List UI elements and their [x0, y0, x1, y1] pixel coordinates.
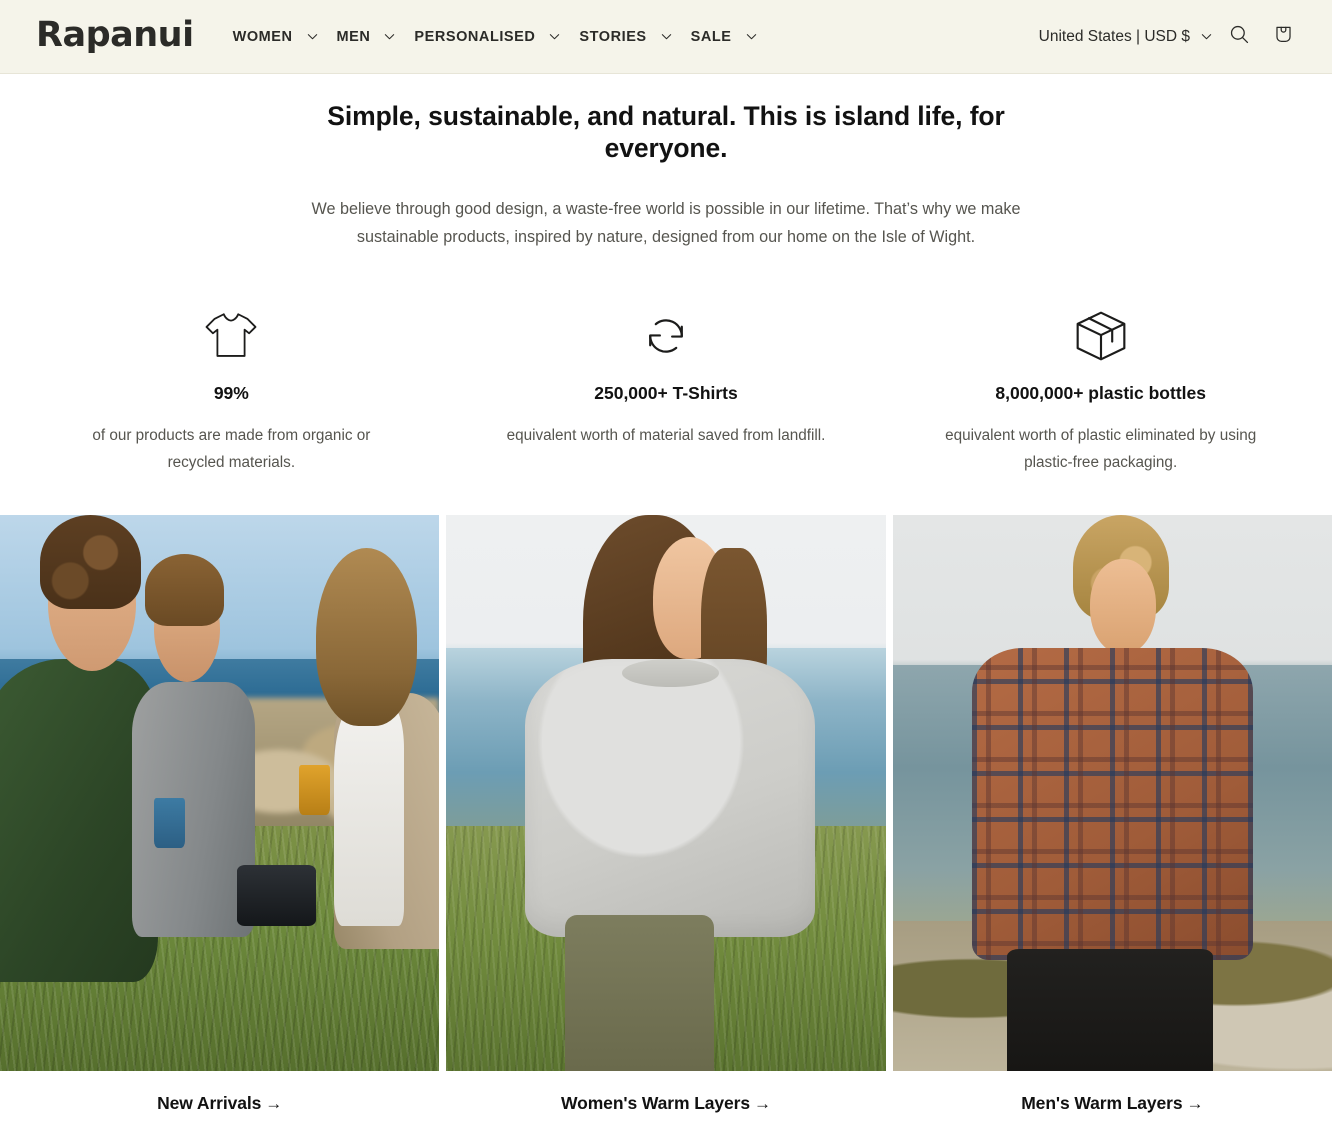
- stat-value: 99%: [213, 383, 249, 404]
- photo-camera: [237, 865, 317, 927]
- chevron-down-icon: [548, 30, 561, 43]
- stat-value: 8,000,000+ plastic bottles: [995, 383, 1206, 404]
- collection-caption[interactable]: Men's Warm Layers →: [893, 1071, 1332, 1114]
- photo-person-white-top: [333, 703, 405, 927]
- nav-item-personalised[interactable]: PERSONALISED: [405, 23, 570, 51]
- nav-item-label: PERSONALISED: [414, 28, 536, 45]
- nav-item-women[interactable]: WOMEN: [224, 23, 328, 51]
- sustainability-stats: 99% of our products are made from organi…: [0, 308, 1332, 477]
- nav-item-stories[interactable]: STORIES: [570, 23, 681, 51]
- photo-olive-trousers: [564, 915, 715, 1071]
- nav-item-sale[interactable]: SALE: [682, 23, 767, 51]
- photo-person-hair: [39, 514, 141, 610]
- nav-item-label: SALE: [690, 28, 732, 45]
- stat-value: 250,000+ T-Shirts: [594, 383, 738, 404]
- photo-person-hair: [144, 553, 225, 627]
- nav-item-label: MEN: [336, 28, 371, 45]
- search-button[interactable]: [1217, 15, 1261, 59]
- collection-tile-new-arrivals[interactable]: New Arrivals →: [0, 514, 440, 1114]
- collection-image[interactable]: [446, 514, 886, 1071]
- stat-organic-materials: 99% of our products are made from organi…: [14, 308, 449, 477]
- photo-person-hair: [316, 548, 418, 727]
- stat-material-saved: 250,000+ T-Shirts equivalent worth of ma…: [449, 308, 884, 477]
- cart-button[interactable]: [1261, 15, 1305, 59]
- arrow-right-icon: →: [754, 1093, 771, 1113]
- photo-jumper-collar: [622, 659, 719, 688]
- nav-item-label: STORIES: [579, 28, 647, 45]
- stat-plastic-eliminated: 8,000,000+ plastic bottles equivalent wo…: [883, 308, 1318, 477]
- nav-item-men[interactable]: MEN: [328, 23, 406, 51]
- photo-yellow-mug: [298, 765, 330, 816]
- locale-currency-selector[interactable]: United States | USD $: [1035, 22, 1217, 52]
- chevron-down-icon: [745, 30, 758, 43]
- chevron-down-icon: [660, 30, 673, 43]
- site-header: Rapanui WOMEN MEN PERSONALISED STORIES S…: [0, 0, 1332, 74]
- site-logo[interactable]: Rapanui: [36, 18, 194, 53]
- photo-person-face: [1090, 559, 1157, 654]
- collection-image[interactable]: [892, 514, 1332, 1071]
- hero-section: Simple, sustainable, and natural. This i…: [0, 74, 1332, 252]
- header-actions: United States | USD $: [1035, 15, 1305, 59]
- shopping-bag-icon: [1272, 23, 1295, 51]
- chevron-down-icon: [383, 30, 396, 43]
- chevron-down-icon: [1200, 30, 1213, 43]
- stat-description: equivalent worth of plastic eliminated b…: [945, 427, 1257, 472]
- collection-caption-label: Men's Warm Layers: [1021, 1092, 1183, 1113]
- search-icon: [1228, 23, 1251, 51]
- main-navigation: WOMEN MEN PERSONALISED STORIES SALE: [224, 23, 767, 51]
- collection-tile-mens-warm-layers[interactable]: Men's Warm Layers →: [892, 514, 1332, 1114]
- chevron-down-icon: [306, 30, 319, 43]
- page-title: Simple, sustainable, and natural. This i…: [327, 101, 1005, 164]
- package-box-icon: [905, 308, 1296, 364]
- collection-caption[interactable]: Women's Warm Layers →: [446, 1071, 885, 1114]
- arrow-right-icon: →: [265, 1093, 283, 1113]
- photo-grey-jumper: [525, 659, 816, 938]
- recycle-arrows-icon: [471, 308, 862, 364]
- collection-image[interactable]: [0, 514, 440, 1071]
- locale-currency-label: United States | USD $: [1038, 27, 1190, 45]
- collection-caption-label: New Arrivals: [157, 1092, 262, 1113]
- arrow-right-icon: →: [1186, 1093, 1204, 1113]
- collection-tile-womens-warm-layers[interactable]: Women's Warm Layers →: [446, 514, 886, 1114]
- photo-check-flannel-shirt: [971, 648, 1253, 960]
- t-shirt-icon: [36, 308, 427, 364]
- collection-tiles: New Arrivals → Women's Warm Layers → Men…: [0, 514, 1332, 1114]
- stat-description: of our products are made from organic or…: [92, 427, 371, 472]
- photo-black-trousers: [1006, 948, 1214, 1071]
- collection-caption-label: Women's Warm Layers: [561, 1092, 751, 1113]
- photo-blue-mug: [153, 798, 185, 849]
- nav-item-label: WOMEN: [232, 28, 293, 45]
- collection-caption[interactable]: New Arrivals →: [0, 1071, 439, 1114]
- stat-description: equivalent worth of material saved from …: [506, 427, 826, 445]
- hero-subtitle: We believe through good design, a waste-…: [311, 199, 1021, 247]
